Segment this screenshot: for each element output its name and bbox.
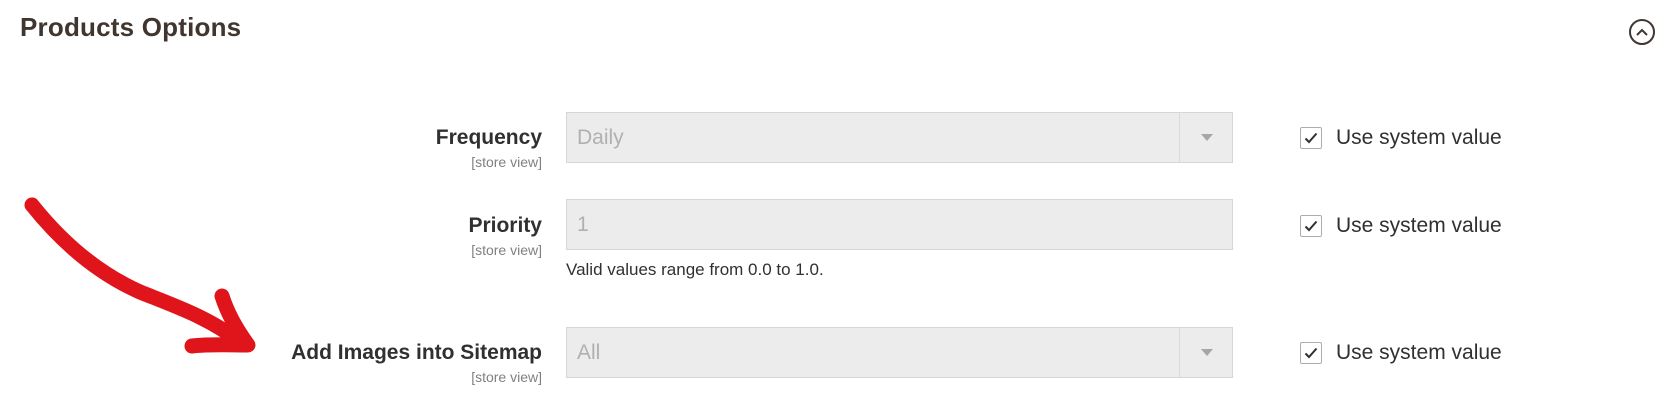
priority-use-system-checkbox[interactable] xyxy=(1300,215,1322,237)
add-images-use-system-value[interactable]: Use system value xyxy=(1300,340,1502,366)
frequency-label: Frequency xyxy=(435,126,542,149)
frequency-select-value: Daily xyxy=(577,126,624,149)
priority-scope-label: [store view] xyxy=(471,242,542,258)
chevron-down-icon xyxy=(1201,134,1213,141)
checkmark-icon xyxy=(1304,347,1318,359)
use-system-value-label: Use system value xyxy=(1336,214,1502,237)
checkmark-icon xyxy=(1304,220,1318,232)
use-system-value-label: Use system value xyxy=(1336,341,1502,364)
frequency-use-system-value[interactable]: Use system value xyxy=(1300,125,1502,151)
add-images-scope-label: [store view] xyxy=(471,369,542,385)
chevron-down-icon xyxy=(1201,349,1213,356)
section-title: Products Options xyxy=(20,12,242,42)
checkmark-icon xyxy=(1304,132,1318,144)
frequency-scope-label: [store view] xyxy=(471,154,542,170)
add-images-use-system-checkbox[interactable] xyxy=(1300,342,1322,364)
priority-input-value: 1 xyxy=(577,213,589,236)
red-arrow-annotation xyxy=(24,197,256,354)
add-images-into-sitemap-label: Add Images into Sitemap xyxy=(291,341,542,364)
priority-use-system-value[interactable]: Use system value xyxy=(1300,213,1502,239)
use-system-value-label: Use system value xyxy=(1336,126,1502,149)
frequency-use-system-checkbox[interactable] xyxy=(1300,127,1322,149)
chevron-up-icon xyxy=(1636,28,1648,36)
frequency-select[interactable]: Daily xyxy=(566,112,1233,163)
add-images-into-sitemap-select[interactable]: All xyxy=(566,327,1233,378)
priority-input[interactable]: 1 xyxy=(566,199,1233,250)
collapse-section-button[interactable] xyxy=(1629,19,1655,45)
select-divider xyxy=(1179,328,1180,377)
priority-label: Priority xyxy=(468,214,542,237)
priority-note: Valid values range from 0.0 to 1.0. xyxy=(566,260,824,279)
select-divider xyxy=(1179,113,1180,162)
add-images-select-value: All xyxy=(577,341,601,364)
